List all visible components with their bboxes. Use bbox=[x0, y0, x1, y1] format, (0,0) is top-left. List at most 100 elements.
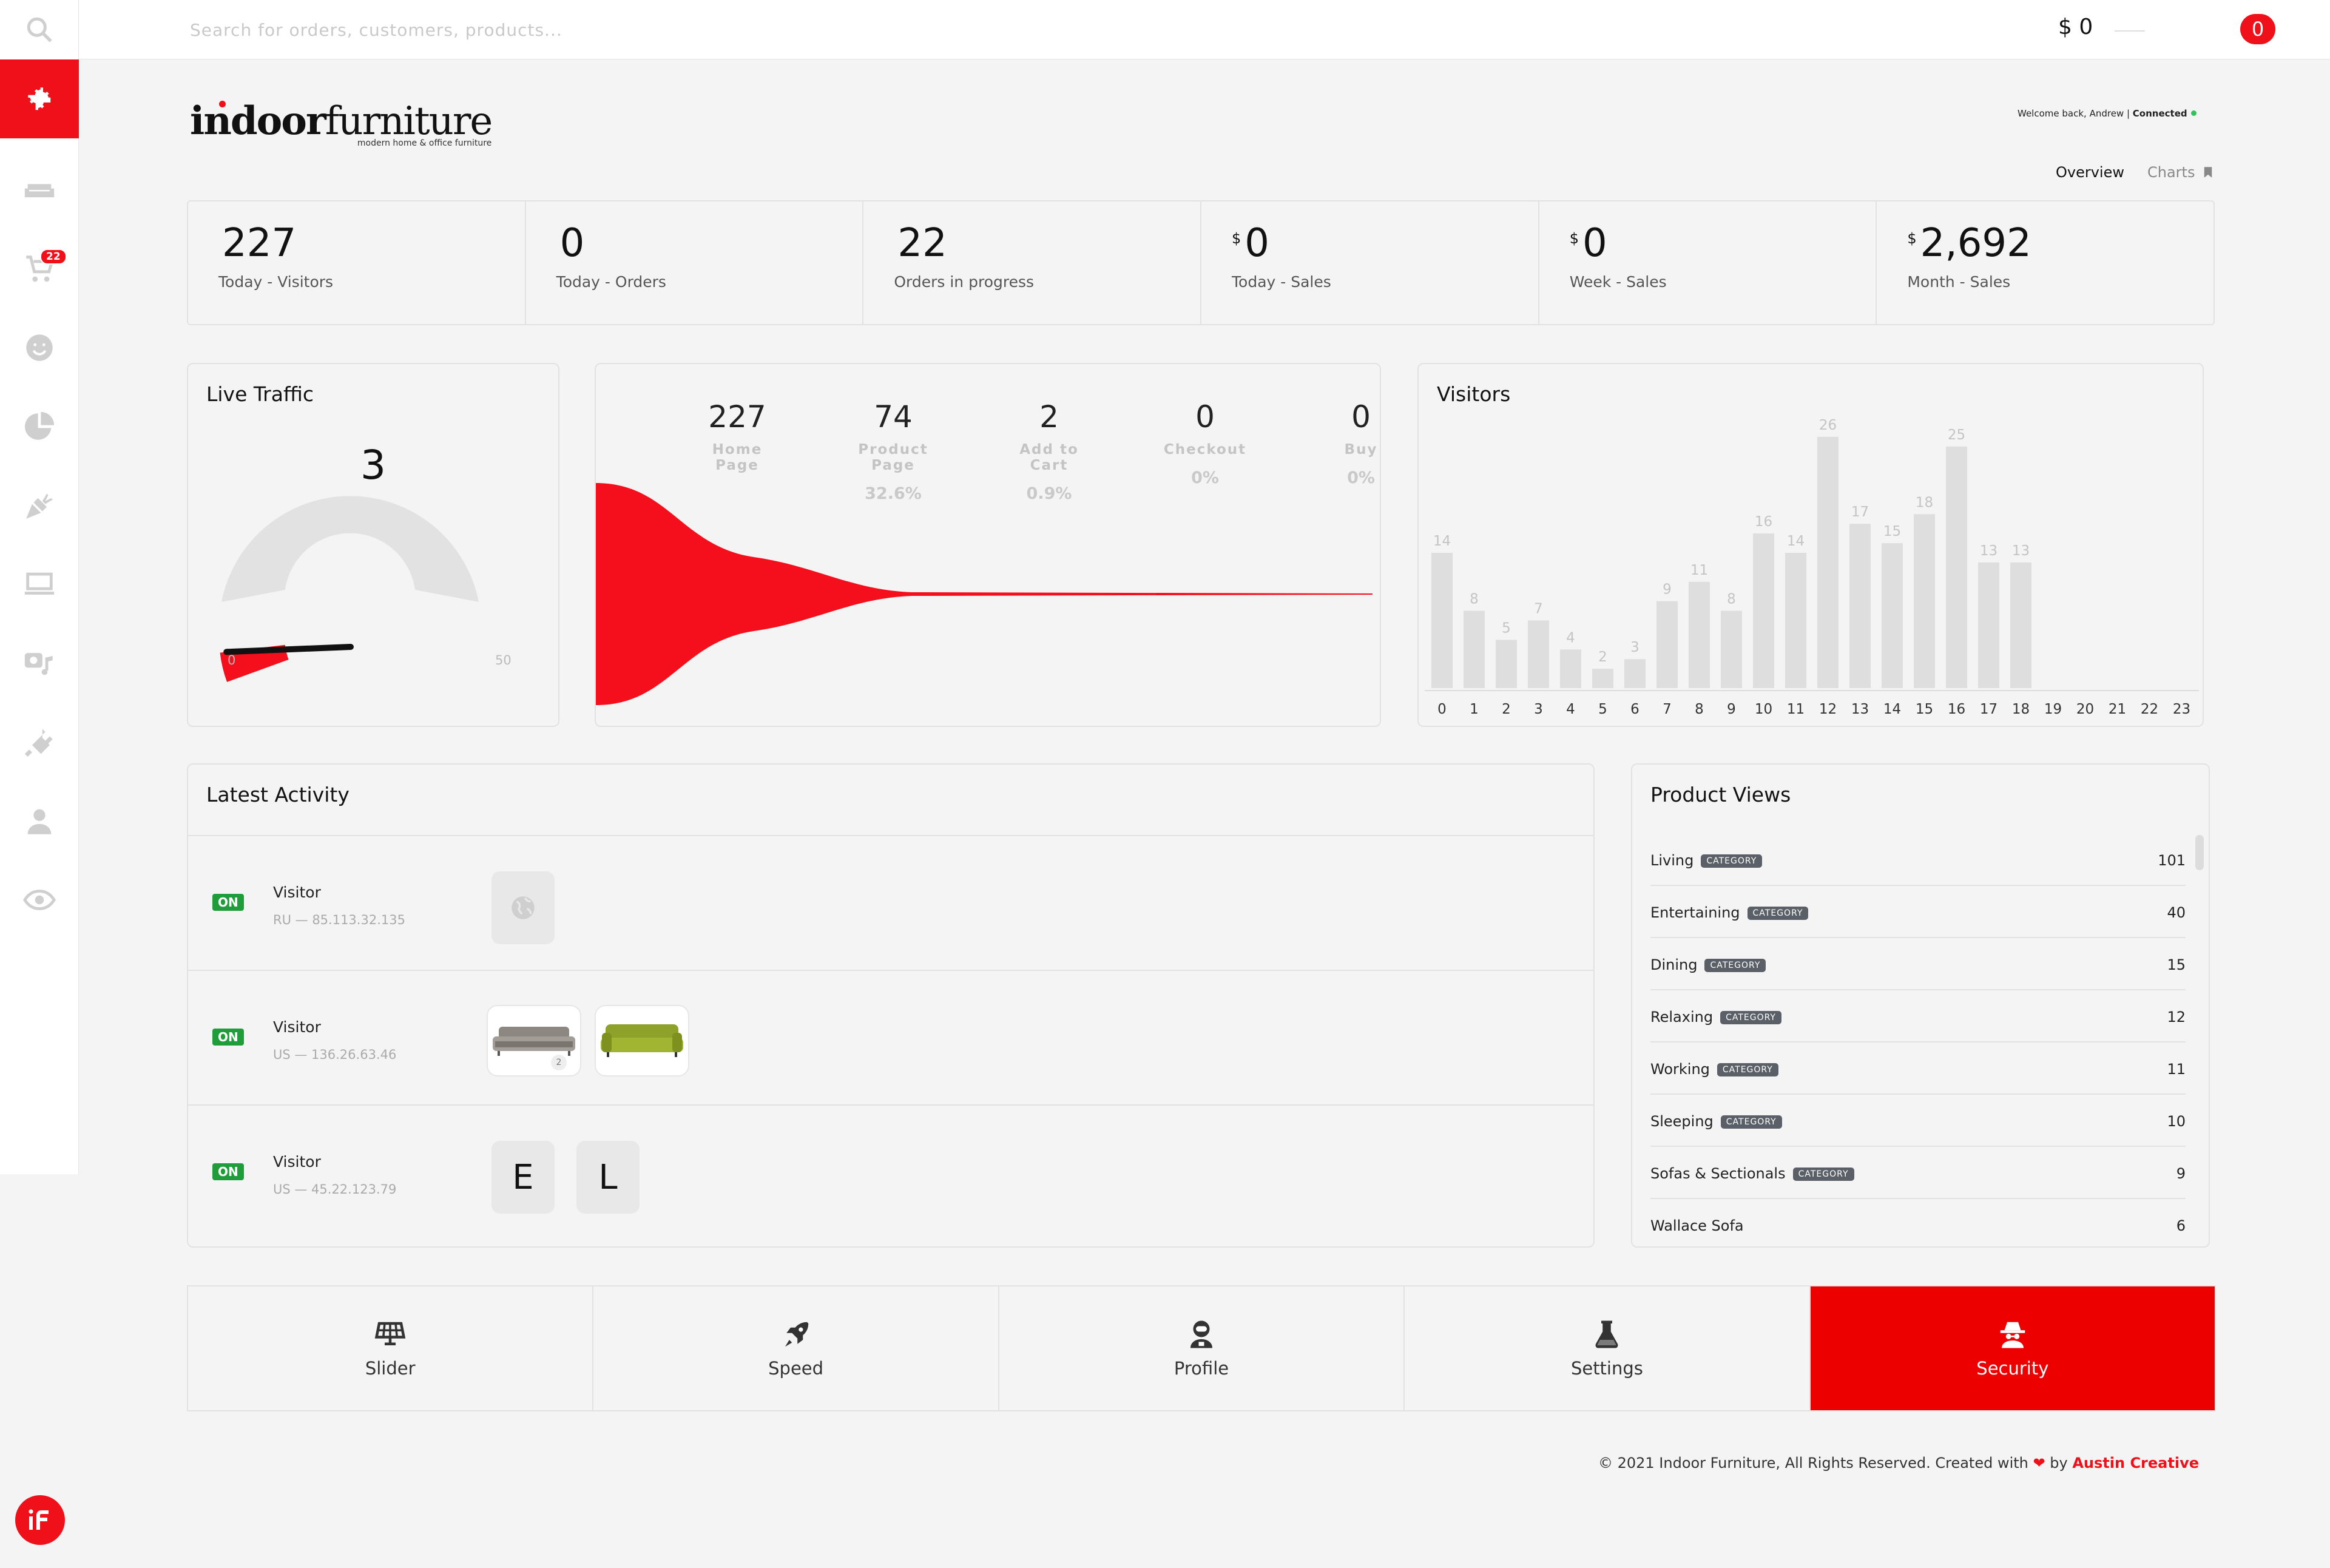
visitor-bar[interactable] bbox=[1496, 640, 1517, 688]
category-tag: CATEGORY bbox=[1720, 1011, 1781, 1024]
category-thumb[interactable]: E bbox=[491, 1141, 555, 1214]
visitor-bar[interactable] bbox=[1560, 649, 1581, 688]
visitor-bar[interactable] bbox=[1624, 659, 1646, 688]
x-tick-label: 2 bbox=[1502, 701, 1511, 717]
tab-overview[interactable]: Overview bbox=[2056, 164, 2124, 181]
sidebar-item-users[interactable] bbox=[0, 782, 79, 860]
visitor-bar[interactable] bbox=[1753, 533, 1774, 688]
search-input[interactable] bbox=[190, 16, 1039, 44]
sidebar-item-products[interactable] bbox=[0, 150, 79, 229]
activity-row[interactable]: ON Visitor RU — 85.113.32.135 bbox=[188, 835, 1593, 970]
visitor-bar[interactable] bbox=[1785, 553, 1806, 688]
solar-panel-icon bbox=[374, 1322, 406, 1345]
visitor-bar[interactable] bbox=[1721, 610, 1742, 688]
product-view-count: 101 bbox=[2158, 852, 2186, 869]
sidebar-item-marketing[interactable] bbox=[0, 466, 79, 545]
visitor-bar[interactable] bbox=[1464, 610, 1485, 688]
user-astronaut-icon bbox=[1190, 1320, 1213, 1348]
product-view-row[interactable]: Wallace Sofa 6 bbox=[1650, 1199, 2186, 1246]
visitor-bar[interactable] bbox=[1849, 524, 1871, 688]
activity-row[interactable]: ON Visitor US — 45.22.123.79 E L bbox=[188, 1104, 1593, 1239]
x-tick-label: 21 bbox=[2109, 701, 2126, 717]
stat-today-visitors[interactable]: 227 Today - Visitors bbox=[188, 201, 526, 324]
sidebar-item-reports[interactable] bbox=[0, 387, 79, 466]
sidebar-item-orders[interactable]: 22 bbox=[0, 229, 79, 308]
product-view-row[interactable]: Entertaining CATEGORY 40 bbox=[1650, 886, 2186, 938]
x-tick-label: 18 bbox=[2012, 701, 2030, 717]
tab-charts[interactable]: Charts bbox=[2147, 164, 2213, 181]
product-view-name-wrap: Sofas & Sectionals CATEGORY bbox=[1650, 1165, 1854, 1182]
visitor-location-thumb[interactable] bbox=[491, 871, 555, 944]
brand-logo: indoorfurniture modern home & office fur… bbox=[190, 101, 493, 148]
author-link[interactable]: Austin Creative bbox=[2072, 1455, 2199, 1472]
connection-status: Connected bbox=[2132, 108, 2187, 119]
dashboard-page: 22 $ 0 0 bbox=[0, 0, 2330, 1568]
online-badge: ON bbox=[212, 894, 244, 911]
bar-value-label: 16 bbox=[1755, 514, 1772, 530]
x-tick-label: 4 bbox=[1566, 701, 1575, 717]
footer-by: by bbox=[2050, 1455, 2068, 1472]
view-tabs: Overview Charts bbox=[2056, 164, 2213, 181]
product-view-name-wrap: Dining CATEGORY bbox=[1650, 956, 1766, 973]
visitor-bar[interactable] bbox=[2010, 562, 2031, 688]
gauge-needle bbox=[223, 644, 354, 655]
visitor-bar[interactable] bbox=[1817, 436, 1839, 688]
visitor-bar[interactable] bbox=[1656, 601, 1678, 688]
product-views-scrollbar[interactable] bbox=[2195, 835, 2204, 870]
shortcut-slider[interactable]: Slider bbox=[188, 1286, 594, 1410]
product-thumb-grey-sofa[interactable]: 2 bbox=[487, 1005, 581, 1076]
stat-orders-in-progress[interactable]: 22 Orders in progress bbox=[863, 201, 1202, 324]
cart-count-badge[interactable]: 0 bbox=[2240, 14, 2275, 44]
search-button[interactable] bbox=[0, 0, 79, 59]
stat-today-sales[interactable]: $0 Today - Sales bbox=[1201, 201, 1539, 324]
visitor-ip: RU — 85.113.32.135 bbox=[273, 913, 405, 927]
product-view-row[interactable]: Relaxing CATEGORY 12 bbox=[1650, 990, 2186, 1043]
bar-value-label: 13 bbox=[1980, 543, 1997, 559]
visitor-bar[interactable] bbox=[1689, 581, 1710, 688]
category-tag: CATEGORY bbox=[1701, 854, 1763, 868]
visitor-bar[interactable] bbox=[1882, 543, 1903, 688]
search-icon bbox=[27, 17, 52, 42]
visitor-bar[interactable] bbox=[1592, 669, 1613, 688]
shortcut-security[interactable]: Security bbox=[1810, 1286, 2215, 1410]
sidebar-item-website[interactable] bbox=[0, 545, 79, 624]
shortcut-profile[interactable]: Profile bbox=[999, 1286, 1405, 1410]
sidebar-item-media[interactable] bbox=[0, 624, 79, 703]
stat-currency: $ bbox=[1907, 230, 1917, 247]
stat-today-orders[interactable]: 0 Today - Orders bbox=[526, 201, 864, 324]
shortcut-speed[interactable]: Speed bbox=[593, 1286, 999, 1410]
x-tick-label: 5 bbox=[1598, 701, 1607, 717]
sidebar-item-customers[interactable] bbox=[0, 308, 79, 387]
product-view-row[interactable]: Sofas & Sectionals CATEGORY 9 bbox=[1650, 1147, 2186, 1199]
app-logo[interactable] bbox=[15, 1495, 65, 1545]
visitor-bar[interactable] bbox=[1946, 446, 1967, 688]
visitor-bar[interactable] bbox=[1978, 562, 1999, 688]
visitor-bar[interactable] bbox=[1528, 620, 1549, 689]
welcome-text: Welcome back, Andrew | bbox=[2018, 108, 2130, 119]
category-tag: CATEGORY bbox=[1717, 1063, 1778, 1076]
stat-month-sales[interactable]: $2,692 Month - Sales bbox=[1877, 201, 2214, 324]
product-view-row[interactable]: Sleeping CATEGORY 10 bbox=[1650, 1095, 2186, 1147]
sidebar-item-settings[interactable] bbox=[0, 860, 79, 939]
visitor-bar[interactable] bbox=[1431, 553, 1453, 688]
sidebar-item-dashboard[interactable] bbox=[0, 59, 79, 138]
product-view-name-wrap: Working CATEGORY bbox=[1650, 1061, 1778, 1078]
stat-week-sales[interactable]: $0 Week - Sales bbox=[1539, 201, 1877, 324]
product-view-name: Sleeping bbox=[1650, 1113, 1714, 1130]
product-view-row[interactable]: Working CATEGORY 11 bbox=[1650, 1043, 2186, 1095]
bar-value-label: 7 bbox=[1534, 601, 1543, 617]
product-thumb-green-sofa[interactable] bbox=[595, 1005, 689, 1076]
bar-value-label: 8 bbox=[1470, 592, 1479, 607]
visitor-name: Visitor bbox=[273, 884, 321, 901]
stat-label: Orders in progress bbox=[894, 273, 1035, 291]
sidebar-item-plugins[interactable] bbox=[0, 703, 79, 782]
product-view-count: 11 bbox=[2167, 1061, 2186, 1078]
category-thumb[interactable]: L bbox=[576, 1141, 640, 1214]
x-tick-label: 19 bbox=[2044, 701, 2062, 717]
visitor-bar[interactable] bbox=[1914, 514, 1935, 688]
product-view-row[interactable]: Dining CATEGORY 15 bbox=[1650, 938, 2186, 990]
product-view-row[interactable]: Living CATEGORY 101 bbox=[1650, 834, 2186, 886]
cart-amount[interactable]: $ 0 bbox=[2058, 15, 2093, 39]
activity-row[interactable]: ON Visitor US — 136.26.63.46 2 bbox=[188, 970, 1593, 1104]
shortcut-settings[interactable]: Settings bbox=[1405, 1286, 1811, 1410]
